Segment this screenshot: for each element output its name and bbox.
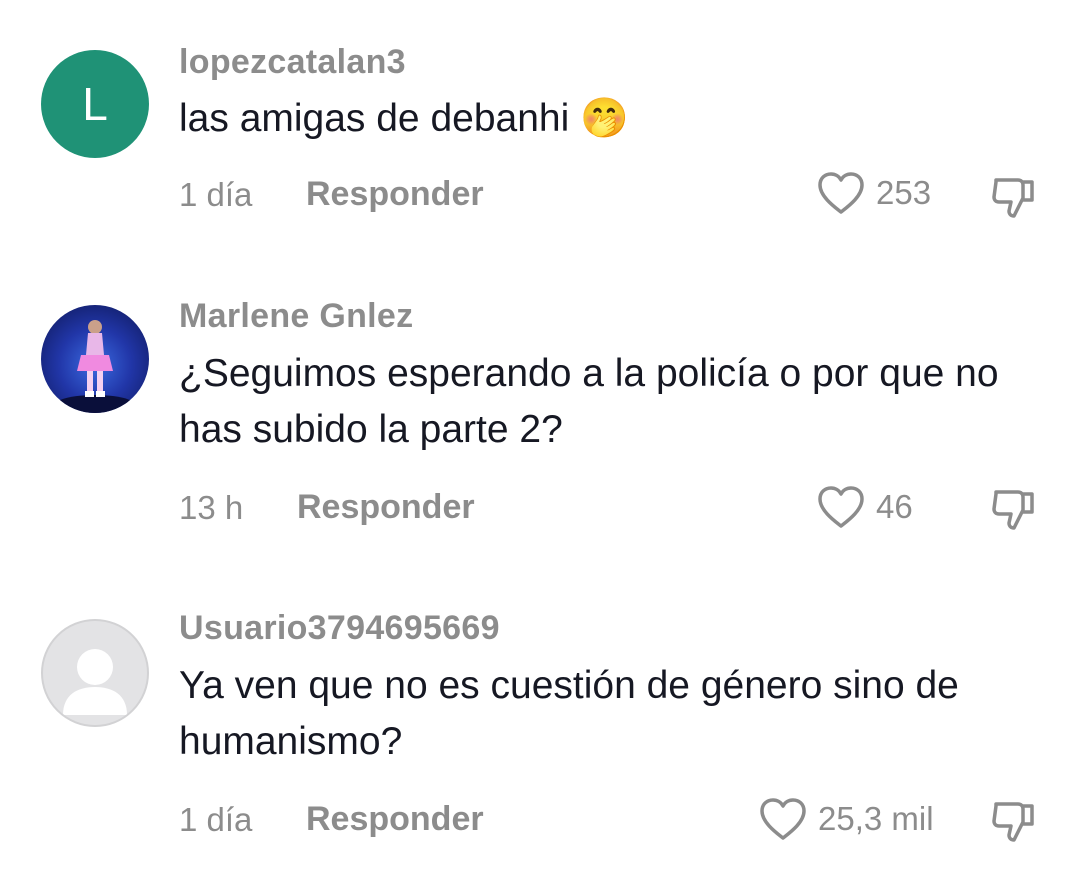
comment-timestamp: 13 h bbox=[179, 489, 244, 526]
default-user-icon bbox=[63, 649, 127, 715]
heart-outline-icon bbox=[816, 170, 866, 216]
comment-timestamp: 1 día bbox=[179, 801, 253, 838]
user-avatar[interactable]: L bbox=[41, 50, 149, 158]
thumbs-down-icon[interactable] bbox=[988, 172, 1040, 222]
reply-button[interactable]: Responder bbox=[297, 488, 475, 527]
reply-button[interactable]: Responder bbox=[306, 175, 484, 214]
reply-button[interactable]: Responder bbox=[306, 800, 484, 839]
heart-outline-icon bbox=[816, 484, 866, 530]
thumbs-down-icon[interactable] bbox=[988, 796, 1040, 846]
avatar-photo bbox=[55, 320, 135, 413]
like-button[interactable]: 46 bbox=[816, 484, 913, 530]
avatar-letter: L bbox=[82, 78, 108, 130]
like-count: 253 bbox=[876, 174, 932, 211]
like-count: 46 bbox=[876, 488, 913, 525]
user-avatar[interactable] bbox=[41, 619, 149, 727]
comment-username[interactable]: Marlene Gnlez bbox=[179, 297, 413, 336]
like-button[interactable]: 253 bbox=[816, 170, 931, 216]
user-avatar[interactable] bbox=[41, 305, 149, 413]
comment-text: las amigas de debanhi 🤭 bbox=[179, 97, 629, 140]
like-button[interactable]: 25,3 mil bbox=[758, 796, 934, 842]
comment-text: ¿Seguimos esperando a la policía o por q… bbox=[179, 352, 999, 451]
comment-item: L lopezcatalan3 las amigas de debanhi 🤭 … bbox=[0, 0, 1080, 260]
comment-username[interactable]: Usuario3794695669 bbox=[179, 609, 500, 648]
thumbs-down-icon[interactable] bbox=[988, 484, 1040, 534]
heart-outline-icon bbox=[758, 796, 808, 842]
comment-timestamp: 1 día bbox=[179, 176, 253, 213]
comment-item: Marlene Gnlez ¿Seguimos esperando a la p… bbox=[0, 260, 1080, 580]
like-count: 25,3 mil bbox=[818, 800, 934, 837]
comment-username[interactable]: lopezcatalan3 bbox=[179, 43, 406, 82]
comment-item: Usuario3794695669 Ya ven que no es cuest… bbox=[0, 580, 1080, 876]
comment-text: Ya ven que no es cuestión de género sino… bbox=[179, 664, 959, 763]
